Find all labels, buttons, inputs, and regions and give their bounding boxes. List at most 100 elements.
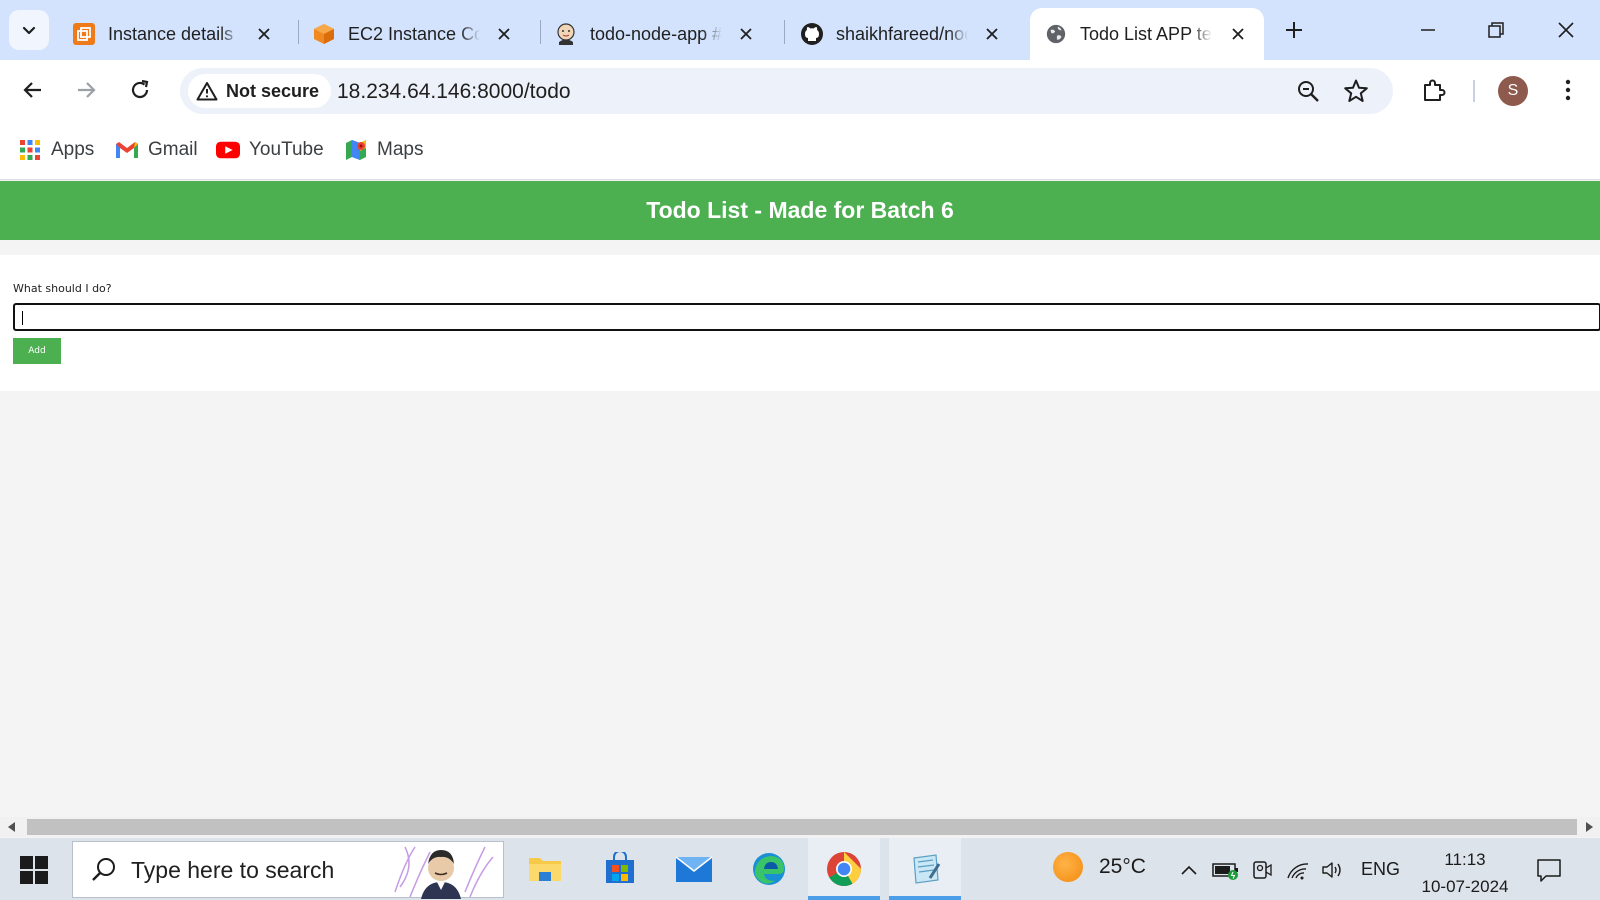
reload-button[interactable]	[122, 72, 158, 108]
puzzle-icon	[1424, 79, 1446, 101]
new-tab-button[interactable]	[1278, 14, 1310, 46]
tab-todo-list-app[interactable]: Todo List APP tes	[1030, 8, 1264, 60]
tab-instance-details[interactable]: Instance details |	[58, 8, 290, 60]
close-icon[interactable]	[494, 24, 514, 44]
scroll-right-arrow-icon[interactable]	[1579, 817, 1599, 837]
apps-grid-icon	[18, 138, 42, 162]
restore-icon	[1488, 22, 1504, 38]
bookmark-label: Gmail	[148, 139, 198, 160]
taskbar-search-box[interactable]: Type here to search	[72, 841, 504, 899]
tab-title: todo-node-app #	[590, 23, 722, 44]
menu-button[interactable]	[1550, 72, 1586, 108]
start-button[interactable]	[14, 850, 54, 890]
speaker-icon	[1322, 862, 1341, 878]
bookmark-star-button[interactable]	[1342, 77, 1370, 105]
clock-date: 10-07-2024	[1421, 877, 1509, 896]
gmail-icon	[115, 138, 139, 162]
taskbar-microsoft-store[interactable]	[584, 838, 656, 900]
tab-title: Todo List APP tes	[1080, 23, 1212, 44]
profile-avatar[interactable]: S	[1498, 76, 1528, 106]
tab-ec2-instance-connect[interactable]: EC2 Instance Con	[298, 8, 530, 60]
minimize-button[interactable]	[1394, 0, 1462, 60]
clock-time: 11:13	[1444, 850, 1486, 869]
horizontal-scrollbar[interactable]	[0, 817, 1600, 837]
restore-button[interactable]	[1462, 0, 1530, 60]
bookmark-maps[interactable]: Maps	[344, 136, 423, 164]
globe-icon	[1044, 22, 1068, 46]
todo-form: What should I do? Add	[0, 255, 1600, 391]
bookmark-youtube[interactable]: YouTube	[216, 136, 324, 164]
webcam-icon	[1253, 861, 1272, 879]
scrollbar-thumb[interactable]	[27, 819, 1577, 835]
jenkins-icon	[554, 22, 578, 46]
browser-toolbar: Not secure 18.234.64.146:8000/todo S	[0, 60, 1600, 120]
scroll-left-arrow-icon[interactable]	[2, 817, 22, 837]
microsoft-store-icon	[606, 852, 634, 883]
file-explorer-icon	[529, 858, 561, 881]
network-status[interactable]	[1283, 856, 1313, 884]
chevron-up-icon	[1181, 865, 1197, 875]
battery-status[interactable]	[1211, 856, 1241, 884]
temperature: 25°C	[1099, 855, 1146, 878]
close-icon	[1558, 22, 1574, 38]
page-title: Todo List - Made for Batch 6	[0, 181, 1600, 240]
taskbar-notepad[interactable]	[889, 838, 961, 900]
notifications-button[interactable]	[1533, 855, 1565, 885]
tab-github-repo[interactable]: shaikhfareed/noc	[786, 8, 1018, 60]
taskbar-chrome[interactable]	[808, 838, 880, 900]
bookmark-label: Maps	[377, 139, 424, 160]
battery-charging-icon	[1212, 863, 1238, 880]
taskbar-mail[interactable]	[658, 838, 730, 900]
forward-button[interactable]	[68, 72, 104, 108]
security-chip[interactable]: Not secure	[188, 74, 332, 108]
back-button[interactable]	[15, 72, 51, 108]
weather-widget[interactable]: 25°C	[1053, 852, 1146, 882]
bookmark-label: Apps	[51, 139, 95, 160]
bookmarks-bar: Apps Gmail YouTube Maps	[0, 120, 1600, 180]
zoom-icon	[1298, 81, 1319, 102]
tab-todo-node-app[interactable]: todo-node-app #	[540, 8, 772, 60]
close-icon[interactable]	[736, 24, 756, 44]
forward-arrow-icon	[78, 82, 96, 98]
sun-icon	[1053, 852, 1083, 882]
page-viewport: Todo List - Made for Batch 6 What should…	[0, 181, 1600, 817]
search-highlight-illustration-icon	[394, 846, 494, 899]
star-icon	[1344, 79, 1368, 102]
show-hidden-icons-button[interactable]	[1174, 856, 1204, 884]
tab-title: EC2 Instance Con	[348, 23, 480, 44]
close-icon[interactable]	[254, 24, 274, 44]
clock[interactable]: 11:13 10-07-2024	[1410, 846, 1520, 900]
taskbar-file-explorer[interactable]	[509, 838, 581, 900]
plus-icon	[1286, 22, 1302, 38]
text-caret	[22, 311, 23, 325]
address-bar[interactable]: Not secure 18.234.64.146:8000/todo	[180, 68, 1393, 114]
close-window-button[interactable]	[1532, 0, 1600, 60]
notification-icon	[1537, 859, 1561, 882]
warning-triangle-icon	[196, 82, 218, 101]
tab-search-button[interactable]	[9, 10, 49, 50]
bookmark-gmail[interactable]: Gmail	[115, 136, 198, 164]
close-icon[interactable]	[982, 24, 1002, 44]
taskbar-edge[interactable]	[733, 838, 805, 900]
extensions-button[interactable]	[1416, 72, 1452, 108]
meet-now-button[interactable]	[1247, 856, 1277, 884]
back-arrow-icon	[23, 82, 41, 98]
chrome-icon	[827, 852, 861, 886]
bookmark-label: YouTube	[249, 139, 324, 160]
url-text[interactable]: 18.234.64.146:8000/todo	[337, 80, 571, 104]
input-language[interactable]: ENG	[1361, 859, 1400, 880]
github-icon	[800, 22, 824, 46]
todo-input[interactable]	[13, 303, 1600, 331]
security-label: Not secure	[226, 80, 320, 101]
chevron-down-icon	[22, 26, 36, 35]
close-icon[interactable]	[1228, 24, 1248, 44]
volume-control[interactable]	[1318, 856, 1348, 884]
add-button[interactable]: Add	[13, 338, 61, 364]
minimize-icon	[1421, 29, 1435, 31]
taskbar: Type here to search 25°C ENG 11:13 10-07…	[0, 838, 1600, 900]
bookmark-apps[interactable]: Apps	[18, 136, 94, 164]
zoom-button[interactable]	[1294, 77, 1322, 105]
windows-logo-icon	[20, 856, 48, 884]
mail-icon	[675, 856, 713, 882]
notepad-icon	[913, 854, 941, 884]
